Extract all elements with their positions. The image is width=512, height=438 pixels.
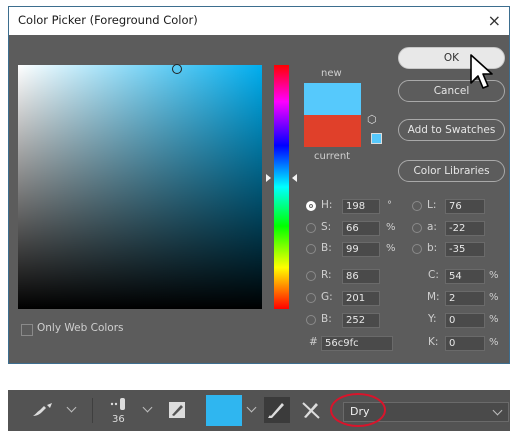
load-brush-icon[interactable] [264, 397, 290, 423]
color-picker-dialog: Color Picker (Foreground Color) × new cu… [8, 6, 510, 364]
label-c: C: [428, 269, 439, 281]
hue-slider-right-arrow-icon[interactable] [292, 174, 297, 182]
hue-slider-left-arrow-icon[interactable] [266, 174, 271, 182]
add-to-swatches-button[interactable]: Add to Swatches [398, 119, 505, 141]
label-b-rgb: B: [321, 313, 332, 325]
unit-y: % [489, 314, 499, 325]
radio-b-hsb[interactable] [306, 244, 316, 254]
color-chevron-down-icon[interactable] [246, 402, 257, 413]
new-label: new [321, 68, 342, 79]
title-bar: Color Picker (Foreground Color) × [9, 7, 509, 35]
brush-preset-chevron-down-icon[interactable] [66, 402, 77, 413]
out-of-gamut-cube-icon[interactable]: ⬡ [367, 113, 377, 126]
new-color-swatch [304, 83, 361, 115]
only-web-colors-label: Only Web Colors [37, 322, 124, 334]
label-b-lab: b: [427, 242, 438, 254]
radio-l[interactable] [412, 201, 422, 211]
options-toolbar: 36 Dry [8, 390, 510, 431]
input-h[interactable]: 198 [342, 199, 380, 214]
clean-brush-icon[interactable] [300, 399, 322, 421]
input-hex[interactable]: 56c9fc [321, 336, 393, 351]
radio-s[interactable] [306, 223, 316, 233]
label-m: M: [427, 291, 440, 303]
radio-b-rgb[interactable] [306, 315, 316, 325]
unit-m: % [489, 292, 499, 303]
dialog-title: Color Picker (Foreground Color) [18, 13, 198, 27]
label-l: L: [427, 199, 437, 211]
web-safe-color-swatch[interactable] [371, 133, 382, 144]
input-b-hsb[interactable]: 99 [342, 242, 380, 257]
highlight-circle-annotation [330, 393, 386, 427]
input-r[interactable]: 86 [342, 269, 380, 284]
label-s: S: [321, 221, 332, 233]
close-icon[interactable]: × [488, 11, 501, 30]
brush-size-value: 36 [112, 414, 125, 425]
radio-h[interactable] [306, 201, 316, 211]
input-a[interactable]: -22 [445, 221, 485, 236]
unit-b-hsb: % [386, 243, 396, 254]
brush-size-chevron-down-icon[interactable] [142, 402, 153, 413]
mouse-pointer-icon [470, 54, 493, 89]
input-y[interactable]: 0 [445, 313, 485, 328]
input-b-rgb[interactable]: 252 [342, 313, 380, 328]
unit-s: % [386, 222, 396, 233]
brush-size-icon[interactable] [108, 396, 128, 412]
label-r: R: [321, 269, 332, 281]
only-web-colors-checkbox[interactable] [21, 324, 33, 336]
label-b-hsb: B: [321, 242, 332, 254]
mix-mode-chevron-down-icon[interactable] [492, 405, 503, 416]
color-field[interactable] [18, 65, 262, 309]
unit-c: % [489, 270, 499, 281]
label-k: K: [428, 336, 439, 348]
input-m[interactable]: 2 [445, 291, 485, 306]
current-color-swatch[interactable] [304, 115, 361, 147]
color-field-selector[interactable] [172, 64, 182, 74]
unit-h: ° [387, 200, 392, 211]
current-label: current [314, 151, 351, 162]
input-l[interactable]: 76 [445, 199, 485, 214]
brush-tool-preset-icon[interactable] [30, 402, 58, 420]
unit-k: % [489, 337, 499, 348]
label-g: G: [321, 291, 333, 303]
input-k[interactable]: 0 [445, 336, 485, 351]
color-libraries-button[interactable]: Color Libraries [398, 160, 505, 182]
input-b-lab[interactable]: -35 [445, 242, 485, 257]
label-hex: # [309, 336, 318, 348]
current-color-swatch-toolbar[interactable] [206, 395, 242, 426]
radio-r[interactable] [306, 271, 316, 281]
label-h: H: [321, 199, 333, 211]
toolbar-divider [92, 398, 93, 423]
radio-g[interactable] [306, 293, 316, 303]
label-y: Y: [428, 313, 437, 325]
radio-b-lab[interactable] [412, 244, 422, 254]
input-c[interactable]: 54 [445, 269, 485, 284]
brush-settings-panel-icon[interactable] [168, 401, 186, 419]
label-a: a: [427, 221, 437, 233]
input-s[interactable]: 66 [342, 221, 380, 236]
input-g[interactable]: 201 [342, 291, 380, 306]
radio-a[interactable] [412, 223, 422, 233]
hue-slider[interactable] [274, 65, 289, 309]
